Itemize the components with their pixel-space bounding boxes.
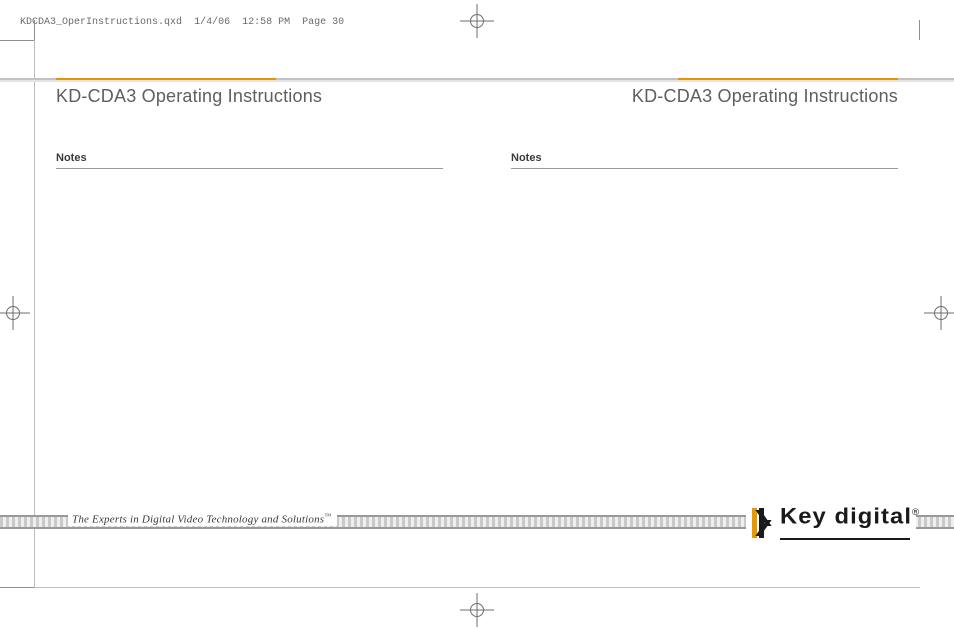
registered-symbol: ®	[912, 507, 920, 517]
brand-logo: Key digital®	[746, 501, 916, 545]
page-left: Notes	[34, 40, 477, 588]
logo-k-mark-icon	[752, 508, 776, 538]
print-slug: KDCDA3_OperInstructions.qxd 1/4/06 12:58…	[8, 6, 344, 28]
footer-tagline-text: The Experts in Digital Video Technology …	[72, 514, 324, 526]
logo-wordmark: Key digital®	[780, 501, 920, 527]
trademark-symbol: ™	[324, 512, 331, 520]
section-heading-right: Notes	[511, 152, 898, 169]
crop-tick	[34, 20, 35, 40]
registration-mark-icon	[0, 296, 30, 330]
registration-mark-icon	[924, 296, 954, 330]
section-heading-left: Notes	[56, 152, 443, 169]
crop-tick	[0, 40, 34, 41]
crop-tick	[0, 587, 34, 588]
crop-tick	[919, 20, 920, 40]
footer-tagline: The Experts in Digital Video Technology …	[68, 512, 337, 526]
slug-file: KDCDA3_OperInstructions.qxd	[20, 17, 182, 28]
registration-mark-icon	[460, 593, 494, 627]
registration-mark-icon	[460, 4, 494, 38]
slug-time: 12:58 PM	[242, 17, 290, 28]
slug-page-number: 30	[332, 17, 344, 28]
slug-page-label: Page	[302, 17, 326, 28]
logo-underline	[780, 538, 910, 540]
logo-brand-text: Key digital	[780, 503, 912, 528]
slug-date: 1/4/06	[194, 17, 230, 28]
